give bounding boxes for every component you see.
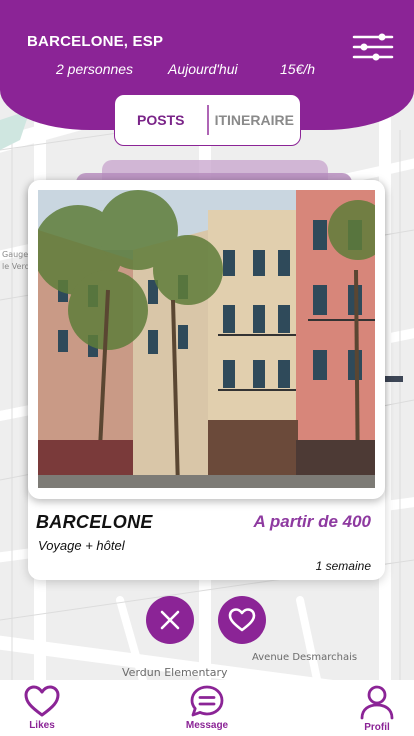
hourly-price: 15€/h xyxy=(280,61,316,77)
bottom-navigation: Likes Message Profil xyxy=(0,680,414,736)
map-label-avenue: Avenue Desmarchais xyxy=(252,652,358,663)
trip-date: Aujourd'hui xyxy=(168,61,238,77)
close-icon xyxy=(160,610,180,630)
destination-photo xyxy=(38,190,375,488)
like-button[interactable] xyxy=(218,596,266,644)
city-title: BARCELONE, ESP xyxy=(27,33,164,50)
destination-card[interactable]: BARCELONE A partir de 400 Voyage + hôtel… xyxy=(28,180,385,580)
card-title: BARCELONE xyxy=(36,512,153,532)
card-duration: 1 semaine xyxy=(315,559,371,573)
heart-icon xyxy=(24,685,60,717)
nav-likes-label: Likes xyxy=(29,720,55,731)
map-label-school: Verdun Elementary xyxy=(122,666,228,679)
barcelona-street-image xyxy=(38,190,375,488)
nav-likes[interactable]: Likes xyxy=(22,684,62,731)
user-icon xyxy=(360,685,394,720)
view-toggle: POSTS ITINERAIRE xyxy=(114,94,301,146)
heart-icon xyxy=(228,608,256,632)
toggle-divider xyxy=(206,105,209,135)
dislike-button[interactable] xyxy=(146,596,194,644)
card-price: A partir de 400 xyxy=(253,512,371,531)
persons-count: 2 personnes xyxy=(56,61,134,77)
photo-frame xyxy=(28,180,385,499)
nav-message-label: Message xyxy=(185,720,229,731)
message-icon xyxy=(190,685,224,717)
filter-icon xyxy=(352,33,394,61)
nav-profil[interactable]: Profil xyxy=(356,684,398,733)
nav-profil-label: Profil xyxy=(364,722,390,733)
card-subtitle: Voyage + hôtel xyxy=(38,538,125,553)
filter-button[interactable] xyxy=(350,30,396,64)
nav-message[interactable]: Message xyxy=(182,684,232,731)
tab-posts[interactable]: POSTS xyxy=(115,112,207,128)
tab-itineraire[interactable]: ITINERAIRE xyxy=(209,112,301,128)
